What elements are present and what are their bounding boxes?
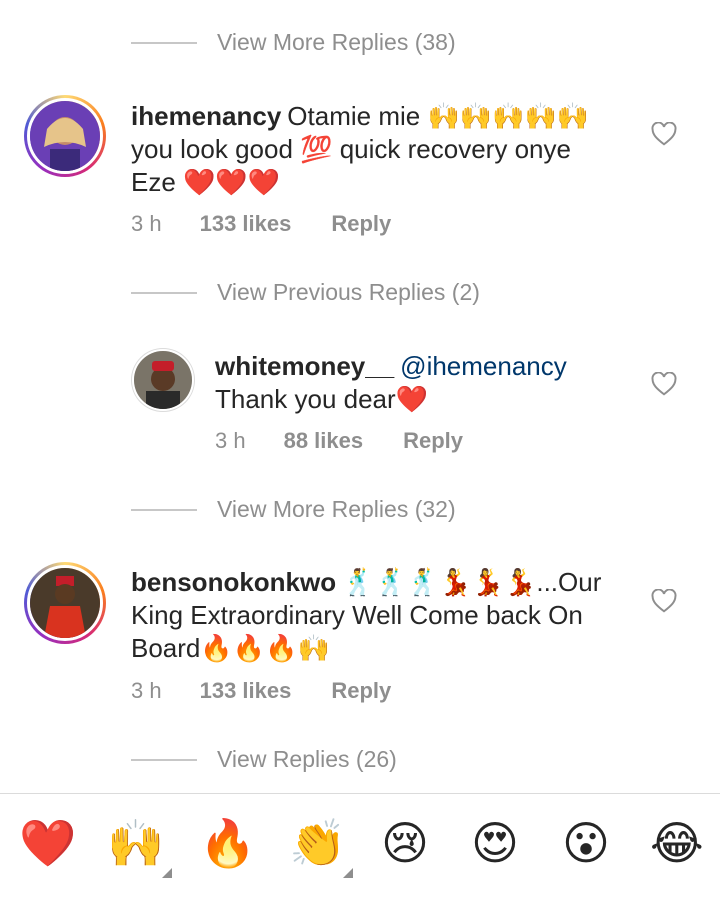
comment-text-bensonokonkwo: bensonokonkwo 🕺🕺🕺💃💃💃...Our King Extraordi… xyxy=(131,566,631,665)
like-heart-icon[interactable] xyxy=(651,122,677,146)
comment-line: Board🔥🔥🔥🙌 xyxy=(131,633,330,663)
avatar-image xyxy=(30,101,100,171)
comment-line: 🕺🕺🕺💃💃💃...Our xyxy=(342,567,602,597)
comment-ihemenancy xyxy=(24,95,106,177)
clapping-hands-emoji-button[interactable]: 👏 xyxy=(289,817,346,869)
comment-bensonokonkwo xyxy=(24,562,106,644)
reply-button[interactable]: Reply xyxy=(331,678,391,704)
reply-button[interactable]: Reply xyxy=(403,428,463,454)
heart-eyes-emoji-button[interactable]: 😍 xyxy=(469,817,521,869)
comment-meta: 3 h 88 likes Reply xyxy=(215,428,463,454)
view-replies-26[interactable]: View Replies (26) xyxy=(131,746,397,773)
avatar[interactable] xyxy=(132,349,194,411)
timestamp: 3 h xyxy=(215,428,246,453)
raising-hands-emoji-button[interactable]: 🙌 xyxy=(107,817,164,869)
username[interactable]: ihemenancy xyxy=(131,101,281,131)
tears-of-joy-emoji-button[interactable]: 😂 xyxy=(650,817,704,869)
likes-count[interactable]: 133 likes xyxy=(200,678,292,704)
comment-whitemoney xyxy=(131,348,195,412)
view-more-replies-32[interactable]: View More Replies (32) xyxy=(131,496,456,523)
view-replies-label[interactable]: View Replies (26) xyxy=(217,746,397,773)
comment-line: you look good 💯 quick recovery onye xyxy=(131,134,571,164)
red-heart-emoji-button[interactable]: ❤️ xyxy=(19,817,76,869)
likes-count[interactable]: 133 likes xyxy=(200,211,292,237)
avatar-story-ring[interactable] xyxy=(24,95,106,177)
more-variants-indicator-icon xyxy=(162,868,172,878)
comment-line: Otamie mie 🙌🙌🙌🙌🙌 xyxy=(287,101,590,131)
surprised-face-emoji-button[interactable]: 😮 xyxy=(560,817,612,869)
thread-line xyxy=(131,41,197,44)
timestamp: 3 h xyxy=(131,211,162,236)
view-previous-replies[interactable]: View Previous Replies (2) xyxy=(131,279,480,306)
fire-emoji-button[interactable]: 🔥 xyxy=(199,817,256,869)
username[interactable]: bensonokonkwo xyxy=(131,567,336,597)
crying-face-emoji-button[interactable]: 😢 xyxy=(379,817,431,869)
avatar-image xyxy=(30,568,100,638)
view-previous-replies-label[interactable]: View Previous Replies (2) xyxy=(217,279,480,306)
avatar-image xyxy=(134,351,192,409)
thread-line xyxy=(131,508,197,511)
view-more-replies-label[interactable]: View More Replies (38) xyxy=(217,29,456,56)
comment-line: Eze ❤️❤️❤️ xyxy=(131,167,281,197)
avatar[interactable] xyxy=(27,98,103,174)
timestamp: 3 h xyxy=(131,678,162,703)
view-more-replies-38[interactable]: View More Replies (38) xyxy=(131,29,456,56)
thread-line xyxy=(131,758,197,761)
reply-button[interactable]: Reply xyxy=(331,211,391,237)
comment-text-whitemoney: whitemoney__ @ihemenancy Thank you dear❤️ xyxy=(215,350,645,416)
avatar-ring[interactable] xyxy=(131,348,195,412)
avatar-story-ring[interactable] xyxy=(24,562,106,644)
comment-meta: 3 h 133 likes Reply xyxy=(131,211,391,237)
comment-line: King Extraordinary Well Come back On xyxy=(131,600,583,630)
comment-text-ihemenancy: ihemenancy Otamie mie 🙌🙌🙌🙌🙌 you look good… xyxy=(131,100,631,199)
username[interactable]: whitemoney__ xyxy=(215,351,394,381)
comment-line: Thank you dear❤️ xyxy=(215,384,429,414)
avatar[interactable] xyxy=(27,565,103,641)
like-heart-icon[interactable] xyxy=(651,589,677,613)
comment-meta: 3 h 133 likes Reply xyxy=(131,678,391,704)
likes-count[interactable]: 88 likes xyxy=(284,428,364,454)
thread-line xyxy=(131,291,197,294)
like-heart-icon[interactable] xyxy=(651,372,677,396)
view-more-replies-label[interactable]: View More Replies (32) xyxy=(217,496,456,523)
more-variants-indicator-icon xyxy=(343,868,353,878)
mention-link[interactable]: @ihemenancy xyxy=(400,351,567,381)
